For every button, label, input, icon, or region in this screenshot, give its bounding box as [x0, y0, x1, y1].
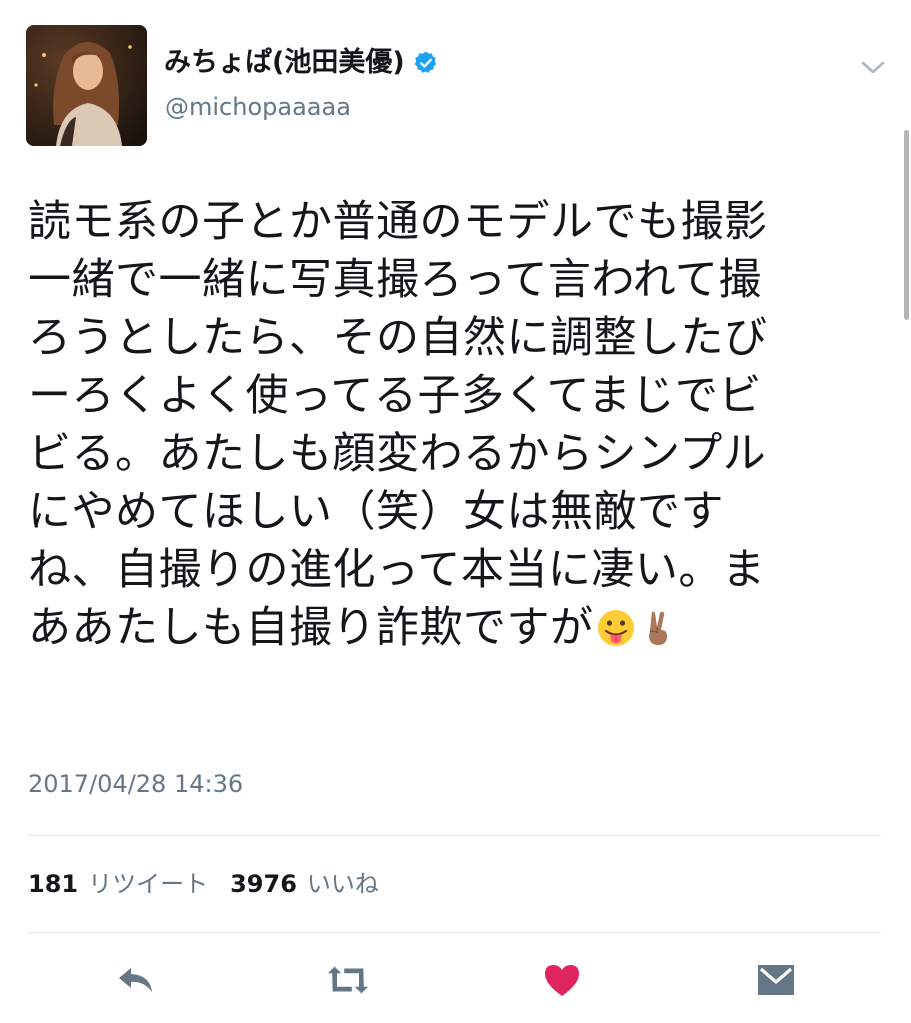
tweet-stats: 181 リツイート 3976 いいね [28, 868, 401, 900]
chevron-down-icon[interactable] [858, 55, 888, 81]
tweet-text-line: 読モ系の子とか普通のモデルでも撮影 [28, 197, 768, 247]
divider [28, 835, 881, 836]
verified-badge-icon [413, 50, 439, 76]
direct-message-button[interactable] [753, 960, 799, 1000]
user-handle[interactable]: @michopaaaaa [165, 92, 351, 122]
retweet-button[interactable] [325, 960, 371, 1000]
retweets-count[interactable]: 181 [28, 868, 78, 900]
tweet-text-line: ビる。あたしも顔変わるからシンプル [28, 429, 767, 479]
retweets-label[interactable]: リツイート [88, 868, 208, 900]
tweet-text-line: ね、自撮りの進化って本当に凄い。ま [28, 545, 766, 595]
tweet-text-line: ああたしも自撮り詐欺ですが [28, 603, 594, 653]
likes-count[interactable]: 3976 [230, 868, 297, 900]
tongue-face-emoji [596, 605, 636, 663]
avatar-photo [26, 25, 147, 146]
like-icon [545, 965, 579, 996]
display-name[interactable]: みちょぱ(池田美優) [164, 46, 439, 80]
tweet-text-line: ーろくよく使ってる子多くてまじでビ [28, 371, 762, 421]
reply-icon [119, 968, 152, 992]
display-name-text: みちょぱ(池田美優) [164, 47, 405, 78]
tweet-text-line: ろうとしたら、その自然に調整したび [28, 313, 768, 363]
scrollbar[interactable] [904, 130, 909, 320]
tweet-timestamp[interactable]: 2017/04/28 14:36 [28, 768, 243, 800]
divider [28, 932, 881, 933]
tweet-text-line: 一緒で一緒に写真撮ろって言われて撮 [28, 255, 762, 305]
likes-label[interactable]: いいね [307, 868, 379, 900]
tweet-text-line: にやめてほしい（笑）女は無敵です [28, 487, 724, 537]
avatar[interactable] [26, 25, 147, 146]
direct-message-icon [758, 965, 794, 995]
tweet-text-line-last: ああたしも自撮り詐欺ですが [28, 599, 858, 663]
retweet-icon [327, 966, 369, 994]
like-button[interactable] [539, 960, 585, 1000]
reply-button[interactable] [113, 960, 159, 1000]
tweet-text: 読モ系の子とか普通のモデルでも撮影 一緒で一緒に写真撮ろって言われて撮 ろうとし… [28, 193, 858, 663]
victory-hand-emoji [638, 605, 678, 663]
